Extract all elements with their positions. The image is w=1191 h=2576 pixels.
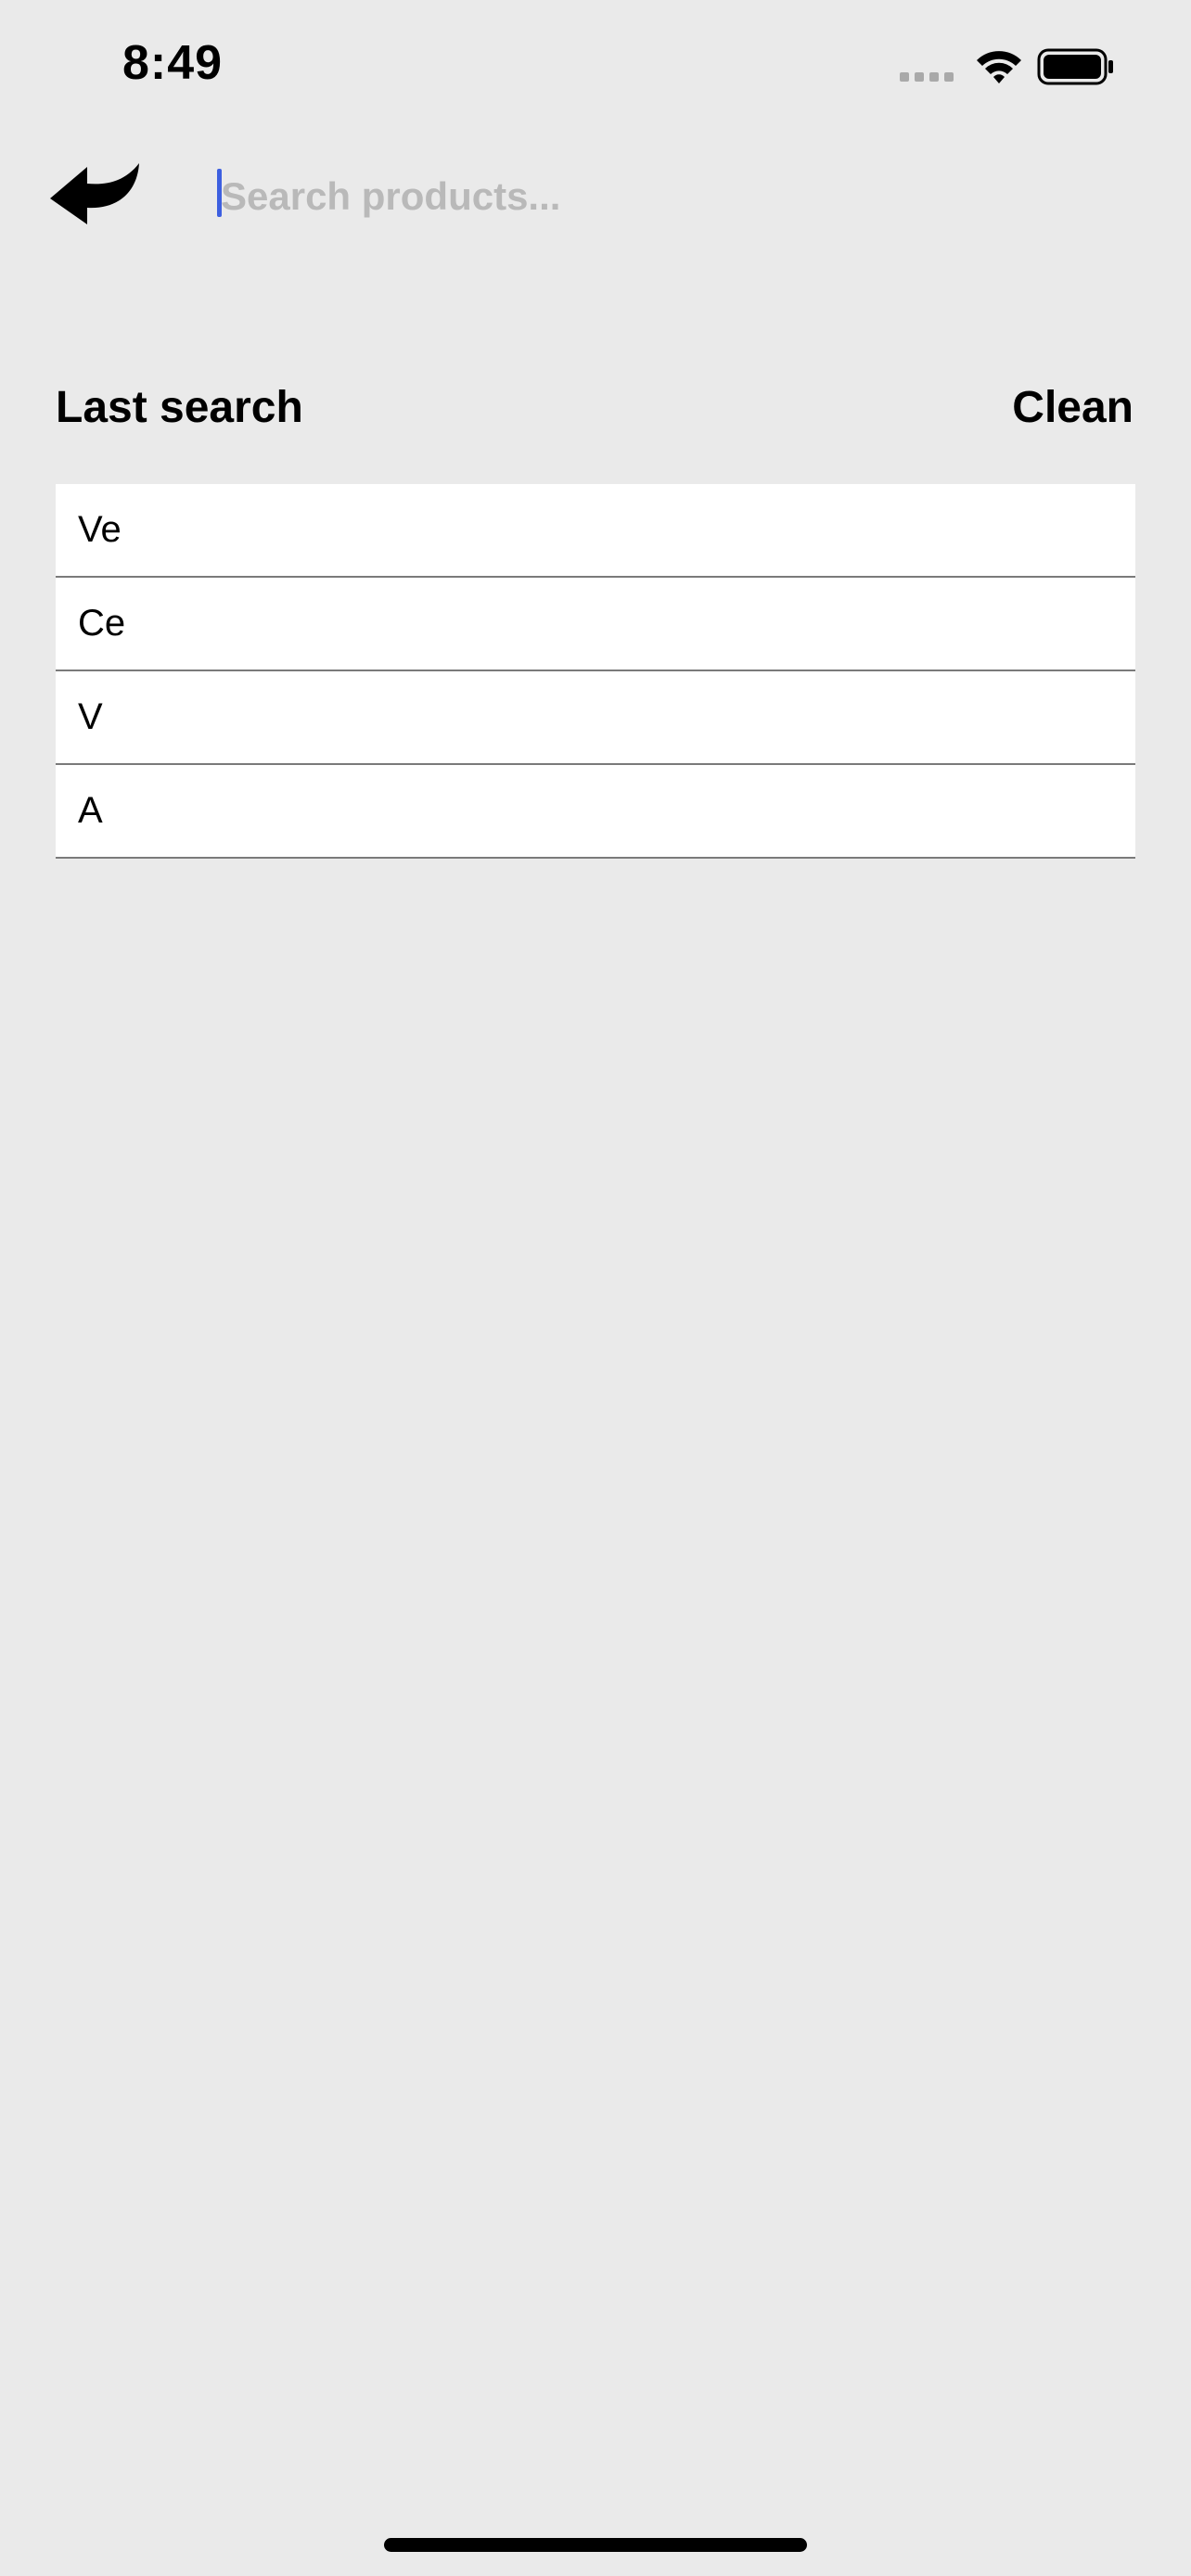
clean-history-button[interactable]: Clean	[1012, 382, 1133, 433]
history-item[interactable]: Ve	[56, 484, 1135, 578]
history-title: Last search	[56, 383, 303, 432]
wifi-icon	[977, 51, 1021, 83]
status-time: 8:49	[122, 36, 224, 90]
cell-signal-icon	[900, 72, 954, 82]
home-indicator	[384, 2538, 807, 2552]
back-button[interactable]	[50, 161, 152, 236]
search-history-list: Ve Ce V A	[56, 484, 1135, 859]
history-item[interactable]: A	[56, 765, 1135, 859]
search-header	[0, 148, 1191, 241]
history-item[interactable]: Ce	[56, 578, 1135, 671]
battery-icon	[1037, 48, 1113, 85]
search-input[interactable]	[217, 167, 1130, 226]
status-bar: 8:49	[0, 0, 1191, 130]
back-arrow-icon	[50, 163, 139, 224]
history-item[interactable]: V	[56, 671, 1135, 765]
history-header: Last search Clean	[56, 382, 1133, 447]
